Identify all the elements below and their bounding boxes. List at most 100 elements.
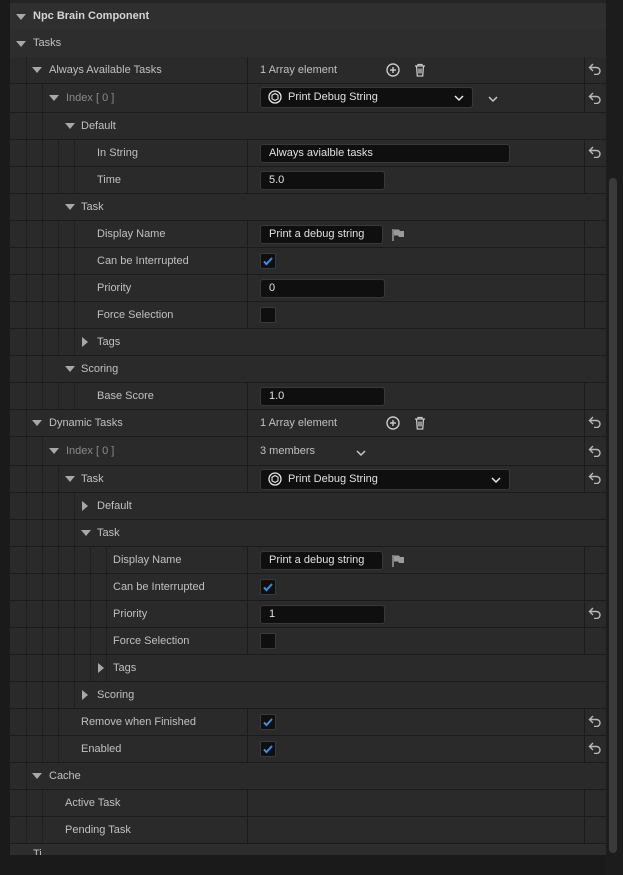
display-name-input[interactable]: Print a debug string <box>260 225 383 244</box>
array-index-row: Index [ 0 ] Print Debug String <box>10 84 606 113</box>
section-label: Default <box>97 500 132 512</box>
enabled-row: Enabled <box>10 736 606 763</box>
reset-to-default-icon[interactable] <box>588 742 602 757</box>
expand-arrow-icon[interactable] <box>49 448 59 454</box>
interruptible-row: Can be Interrupted <box>10 248 606 275</box>
expand-arrow-icon[interactable] <box>65 366 75 372</box>
reset-to-default-icon[interactable] <box>588 146 602 161</box>
index-label: Index [ 0 ] <box>66 92 115 104</box>
class-picker-combo[interactable]: Print Debug String <box>260 469 510 490</box>
browse-flag-icon[interactable] <box>391 228 405 244</box>
reset-to-default-icon[interactable] <box>588 445 602 460</box>
reset-to-default-icon[interactable] <box>588 715 602 730</box>
display-name-row: Display Name Print a debug string <box>10 221 606 248</box>
expand-arrow-icon[interactable] <box>32 420 42 426</box>
class-value: Print Debug String <box>288 473 378 485</box>
index-label: Index [ 0 ] <box>66 445 115 457</box>
category-tasks[interactable]: Tasks <box>10 30 606 59</box>
tags-row[interactable]: Tags <box>10 329 606 356</box>
class-picker-icon <box>268 90 282 107</box>
remove-when-finished-checkbox[interactable] <box>260 714 276 730</box>
left-edge <box>0 0 10 875</box>
display-name-input[interactable]: Print a debug string <box>260 551 383 570</box>
priority-row: Priority 1 <box>10 601 606 628</box>
component-title: Npc Brain Component <box>33 10 150 22</box>
in-string-row: In String Always avialble tasks <box>10 140 606 167</box>
chevron-down-icon[interactable] <box>488 94 498 106</box>
reset-to-default-icon[interactable] <box>588 63 602 78</box>
enabled-checkbox[interactable] <box>260 741 276 757</box>
expand-arrow-icon[interactable] <box>81 530 91 536</box>
class-picker-icon <box>268 472 282 489</box>
property-label: Can be Interrupted <box>97 255 189 267</box>
base-score-row: Base Score 1.0 <box>10 383 606 410</box>
tags-row[interactable]: Tags <box>10 655 606 682</box>
browse-flag-icon[interactable] <box>391 554 405 570</box>
class-value: Print Debug String <box>288 91 378 103</box>
property-label: Base Score <box>97 390 154 402</box>
section-label: Scoring <box>81 363 119 375</box>
chevron-down-icon[interactable] <box>356 448 366 460</box>
force-selection-checkbox[interactable] <box>260 307 276 323</box>
display-name-row: Display Name Print a debug string <box>10 547 606 574</box>
expand-arrow-icon[interactable] <box>65 123 75 129</box>
interruptible-row: Can be Interrupted <box>10 574 606 601</box>
priority-input[interactable]: 1 <box>260 605 385 624</box>
section-label: Task <box>81 201 104 213</box>
expand-arrow-icon[interactable] <box>16 14 26 20</box>
expand-arrow-icon[interactable] <box>49 95 59 101</box>
delete-elements-icon[interactable] <box>413 416 427 433</box>
expand-arrow-icon[interactable] <box>65 204 75 210</box>
members-count[interactable]: 3 members <box>260 437 315 465</box>
chevron-down-icon <box>491 475 501 487</box>
interruptible-checkbox[interactable] <box>260 253 276 269</box>
array-count: 1 Array element <box>260 64 338 76</box>
expand-arrow-icon[interactable] <box>98 663 104 673</box>
category-label: Cache <box>49 770 81 782</box>
section-label: Task <box>97 527 120 539</box>
section-task[interactable]: Task <box>10 194 606 221</box>
category-cache[interactable]: Cache <box>10 763 606 790</box>
expand-arrow-icon[interactable] <box>82 501 88 511</box>
property-label: Force Selection <box>97 309 174 321</box>
section-scoring[interactable]: Scoring <box>10 356 606 383</box>
property-label: Task <box>81 473 104 485</box>
add-element-icon[interactable] <box>386 416 400 433</box>
property-label: Pending Task <box>65 824 131 836</box>
property-label: Display Name <box>97 228 166 240</box>
expand-arrow-icon[interactable] <box>32 67 42 73</box>
expand-arrow-icon[interactable] <box>16 41 26 47</box>
expand-arrow-icon[interactable] <box>82 337 88 347</box>
time-input[interactable]: 5.0 <box>260 171 385 190</box>
base-score-input[interactable]: 1.0 <box>260 387 385 406</box>
expand-arrow-icon[interactable] <box>82 690 88 700</box>
section-scoring[interactable]: Scoring <box>10 682 606 709</box>
pending-task-row: Pending Task <box>10 817 606 844</box>
property-label: Dynamic Tasks <box>49 417 123 429</box>
interruptible-checkbox[interactable] <box>260 579 276 595</box>
reset-to-default-icon[interactable] <box>588 416 602 431</box>
force-selection-row: Force Selection <box>10 302 606 329</box>
array-index-row: Index [ 0 ] 3 members <box>10 437 606 466</box>
class-picker-combo[interactable]: Print Debug String <box>260 87 473 108</box>
reset-to-default-icon[interactable] <box>588 92 602 107</box>
force-selection-checkbox[interactable] <box>260 633 276 649</box>
delete-elements-icon[interactable] <box>413 63 427 80</box>
in-string-input[interactable]: Always avialble tasks <box>260 144 510 163</box>
scrollbar-thumb[interactable] <box>609 178 617 853</box>
property-label: Tags <box>113 662 137 674</box>
property-label: Always Available Tasks <box>49 64 162 76</box>
expand-arrow-icon[interactable] <box>32 773 42 779</box>
reset-to-default-icon[interactable] <box>588 472 602 487</box>
component-header[interactable]: Npc Brain Component <box>10 3 606 32</box>
panel-footer <box>10 855 606 875</box>
priority-input[interactable]: 0 <box>260 279 385 298</box>
add-element-icon[interactable] <box>386 63 400 80</box>
active-task-row: Active Task <box>10 790 606 817</box>
priority-row: Priority 0 <box>10 275 606 302</box>
section-task[interactable]: Task <box>10 520 606 547</box>
expand-arrow-icon[interactable] <box>65 476 75 482</box>
section-default[interactable]: Default <box>10 493 606 520</box>
section-default[interactable]: Default <box>10 113 606 140</box>
reset-to-default-icon[interactable] <box>588 607 602 622</box>
